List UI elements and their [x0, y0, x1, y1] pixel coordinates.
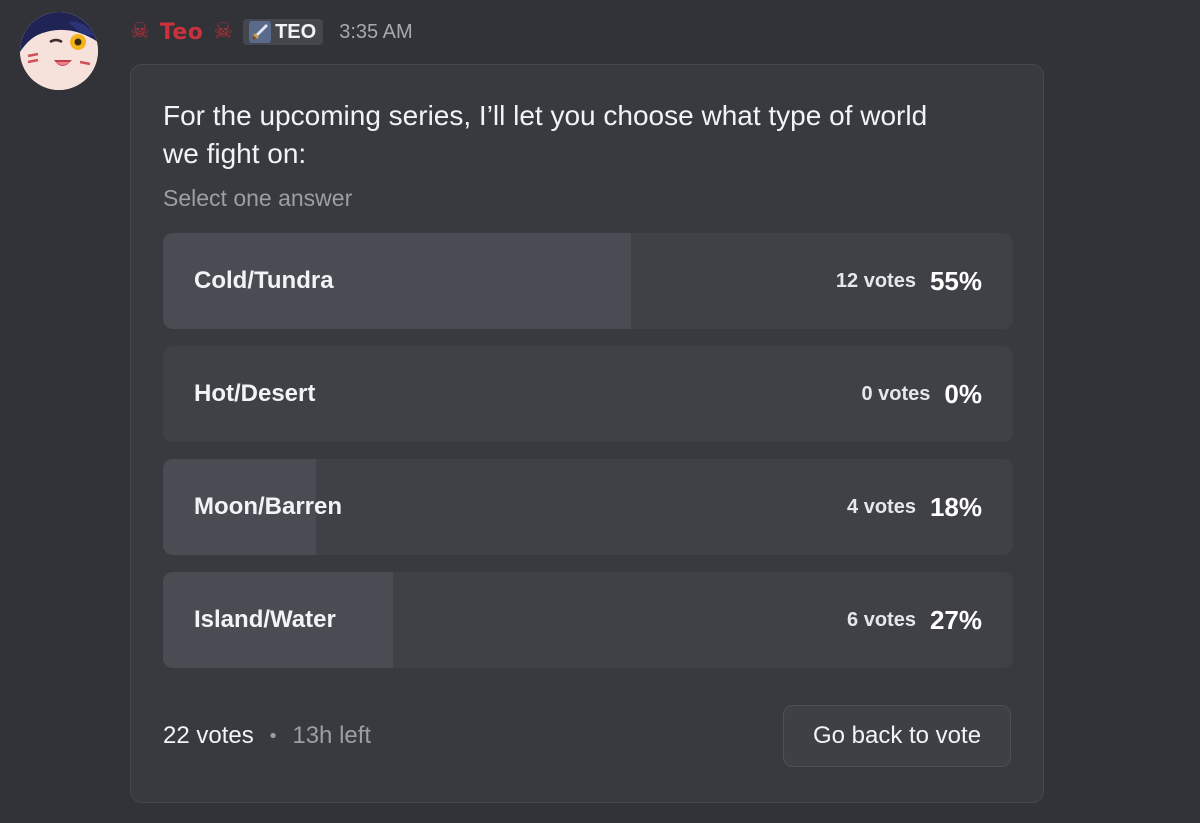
poll-answer-percent: 18% [929, 491, 982, 522]
skull-and-crossbones-icon: ☠ [130, 19, 150, 44]
poll-answer-stats: 12 votes 55% [836, 233, 982, 329]
poll-answer-percent: 27% [929, 604, 982, 635]
server-tag-label: TEO [275, 20, 317, 43]
poll-answer-vote-count: 4 votes [847, 495, 916, 518]
go-back-to-vote-button[interactable]: Go back to vote [783, 705, 1011, 767]
poll-time-left: 13h left [292, 722, 372, 749]
poll-total-votes: 22 votes [163, 722, 254, 749]
poll-answer-stats: 6 votes 27% [847, 572, 982, 668]
skull-and-crossbones-icon: ☠ [213, 19, 234, 44]
poll-answer-label: Hot/Desert [194, 380, 316, 407]
poll-question: For the upcoming series, I’ll let you ch… [163, 100, 928, 169]
poll-answer-vote-count: 0 votes [861, 382, 931, 405]
server-tag-badge[interactable]: TEO [243, 19, 324, 45]
message-timestamp: 3:35 AM [339, 20, 413, 43]
poll-answers-list: Cold/Tundra 12 votes 55% Hot/Desert 0 vo… [163, 233, 1013, 685]
message-header: ☠ Teo ☠ TEO 3:35 AM [130, 14, 413, 50]
poll-answer-stats: 0 votes 0% [861, 346, 982, 442]
poll-answer-label: Cold/Tundra [194, 267, 334, 294]
author-username[interactable]: Teo [160, 20, 204, 45]
poll-answer-percent: 55% [929, 265, 982, 296]
poll-answer[interactable]: Moon/Barren 4 votes 18% [163, 459, 1013, 555]
poll-answer-label: Moon/Barren [194, 493, 343, 520]
poll-answer-stats: 4 votes 18% [847, 459, 982, 555]
poll-answer[interactable]: Hot/Desert 0 votes 0% [163, 346, 1013, 442]
sword-icon [249, 21, 272, 43]
poll-answer-percent: 0% [944, 378, 982, 409]
anime-avatar-icon [20, 12, 98, 90]
poll-answer[interactable]: Cold/Tundra 12 votes 55% [163, 233, 1013, 329]
separator-dot: • [267, 725, 279, 747]
poll-footer: 22 votes • 13h left [163, 705, 371, 767]
poll-instructions: Select one answer [163, 185, 353, 211]
poll-answer-vote-count: 12 votes [835, 269, 916, 292]
poll-answer-vote-count: 6 votes [847, 608, 916, 631]
user-avatar[interactable] [20, 12, 98, 90]
poll-answer[interactable]: Island/Water 6 votes 27% [163, 572, 1013, 668]
poll-card: For the upcoming series, I’ll let you ch… [130, 64, 1044, 803]
poll-answer-label: Island/Water [194, 606, 336, 633]
